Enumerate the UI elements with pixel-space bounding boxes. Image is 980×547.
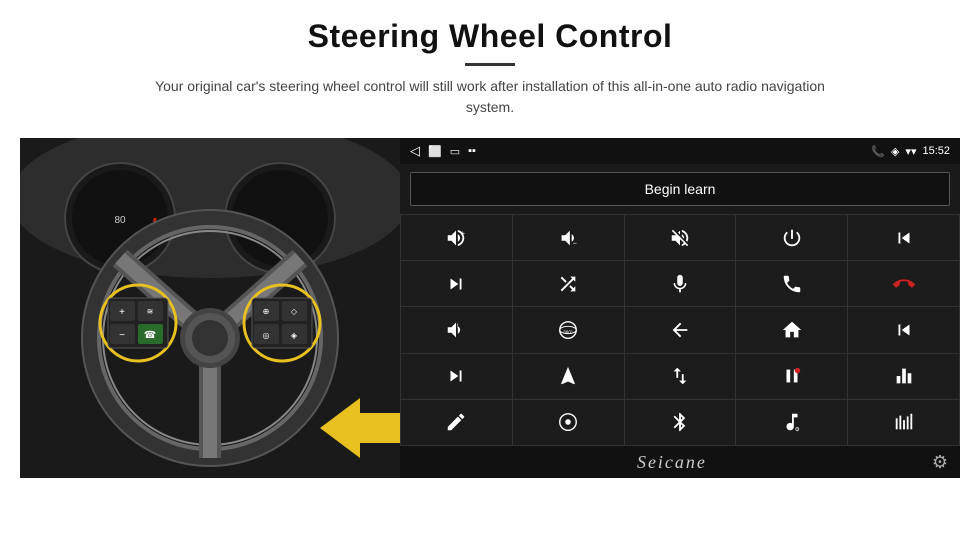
wifi-icon: ▾▾ bbox=[905, 145, 916, 158]
status-left: ◁ ⬜ ▭ ▪▪ bbox=[410, 143, 476, 159]
power-button[interactable] bbox=[736, 215, 847, 260]
svg-text:⊕: ⊕ bbox=[263, 307, 270, 316]
svg-text:80: 80 bbox=[114, 215, 126, 226]
mic-button[interactable] bbox=[625, 261, 736, 306]
equalizer-button[interactable] bbox=[848, 354, 959, 399]
vol-up-button[interactable]: + bbox=[401, 215, 512, 260]
status-bar: ◁ ⬜ ▭ ▪▪ 📞 ◈ ▾▾ 15:52 bbox=[400, 138, 960, 164]
home-button[interactable] bbox=[736, 307, 847, 352]
svg-text:−: − bbox=[119, 330, 125, 341]
status-right: 📞 ◈ ▾▾ 15:52 bbox=[871, 145, 950, 158]
music-button[interactable]: ⚙ bbox=[736, 400, 847, 445]
media-indicator: ▪▪ bbox=[468, 145, 476, 157]
phone-button[interactable] bbox=[736, 261, 847, 306]
content-row: 80 bbox=[20, 138, 960, 478]
svg-text:360°: 360° bbox=[563, 330, 573, 335]
hang-up-button[interactable] bbox=[848, 261, 959, 306]
svg-text:!: ! bbox=[457, 323, 459, 330]
svg-text:◇: ◇ bbox=[291, 307, 298, 316]
title-divider bbox=[465, 63, 515, 66]
begin-learn-row: Begin learn bbox=[400, 164, 960, 214]
bluetooth-button[interactable] bbox=[625, 400, 736, 445]
android-panel: ◁ ⬜ ▭ ▪▪ 📞 ◈ ▾▾ 15:52 Begin learn bbox=[400, 138, 960, 478]
back-button[interactable] bbox=[625, 307, 736, 352]
phone-status-icon: 📞 bbox=[871, 145, 885, 158]
record-button[interactable] bbox=[736, 354, 847, 399]
svg-text:◎: ◎ bbox=[263, 331, 270, 340]
time-display: 15:52 bbox=[922, 145, 950, 157]
view360-button[interactable]: 360° bbox=[513, 307, 624, 352]
brand-bar: Seicane ⚙ bbox=[400, 446, 960, 478]
settings-gear-icon[interactable]: ⚙ bbox=[932, 452, 948, 473]
controls-grid: + − bbox=[400, 214, 960, 446]
svg-text:−: − bbox=[573, 238, 577, 247]
svg-text:≋: ≋ bbox=[147, 307, 154, 316]
swap-button[interactable] bbox=[625, 354, 736, 399]
steering-wheel-image: 80 bbox=[20, 138, 400, 478]
page-title: Steering Wheel Control bbox=[140, 18, 840, 55]
skip-back-button[interactable] bbox=[848, 307, 959, 352]
title-section: Steering Wheel Control Your original car… bbox=[140, 18, 840, 130]
nav-home-icon[interactable]: ⬜ bbox=[428, 145, 442, 158]
mute-button[interactable] bbox=[625, 215, 736, 260]
nav-recent-icon[interactable]: ▭ bbox=[450, 145, 460, 158]
shuffle-button[interactable] bbox=[513, 261, 624, 306]
brand-name: Seicane bbox=[637, 452, 707, 473]
audio-levels-button[interactable] bbox=[848, 400, 959, 445]
vol-down-button[interactable]: − bbox=[513, 215, 624, 260]
page-container: Steering Wheel Control Your original car… bbox=[0, 0, 980, 547]
navigate-button[interactable] bbox=[513, 354, 624, 399]
skip-forward-button[interactable] bbox=[401, 354, 512, 399]
prev-track-button[interactable] bbox=[848, 215, 959, 260]
circle-dot-button[interactable] bbox=[513, 400, 624, 445]
begin-learn-button[interactable]: Begin learn bbox=[410, 172, 950, 206]
subtitle-text: Your original car's steering wheel contr… bbox=[140, 76, 840, 118]
svg-text:+: + bbox=[119, 307, 125, 318]
svg-text:◈: ◈ bbox=[291, 331, 298, 340]
svg-text:☎: ☎ bbox=[144, 330, 156, 341]
nav-back-icon[interactable]: ◁ bbox=[410, 143, 420, 159]
svg-text:+: + bbox=[461, 228, 465, 237]
location-icon: ◈ bbox=[891, 145, 899, 158]
next-button[interactable] bbox=[401, 261, 512, 306]
pencil-button[interactable] bbox=[401, 400, 512, 445]
svg-text:⚙: ⚙ bbox=[795, 427, 800, 434]
horn-button[interactable]: ! bbox=[401, 307, 512, 352]
